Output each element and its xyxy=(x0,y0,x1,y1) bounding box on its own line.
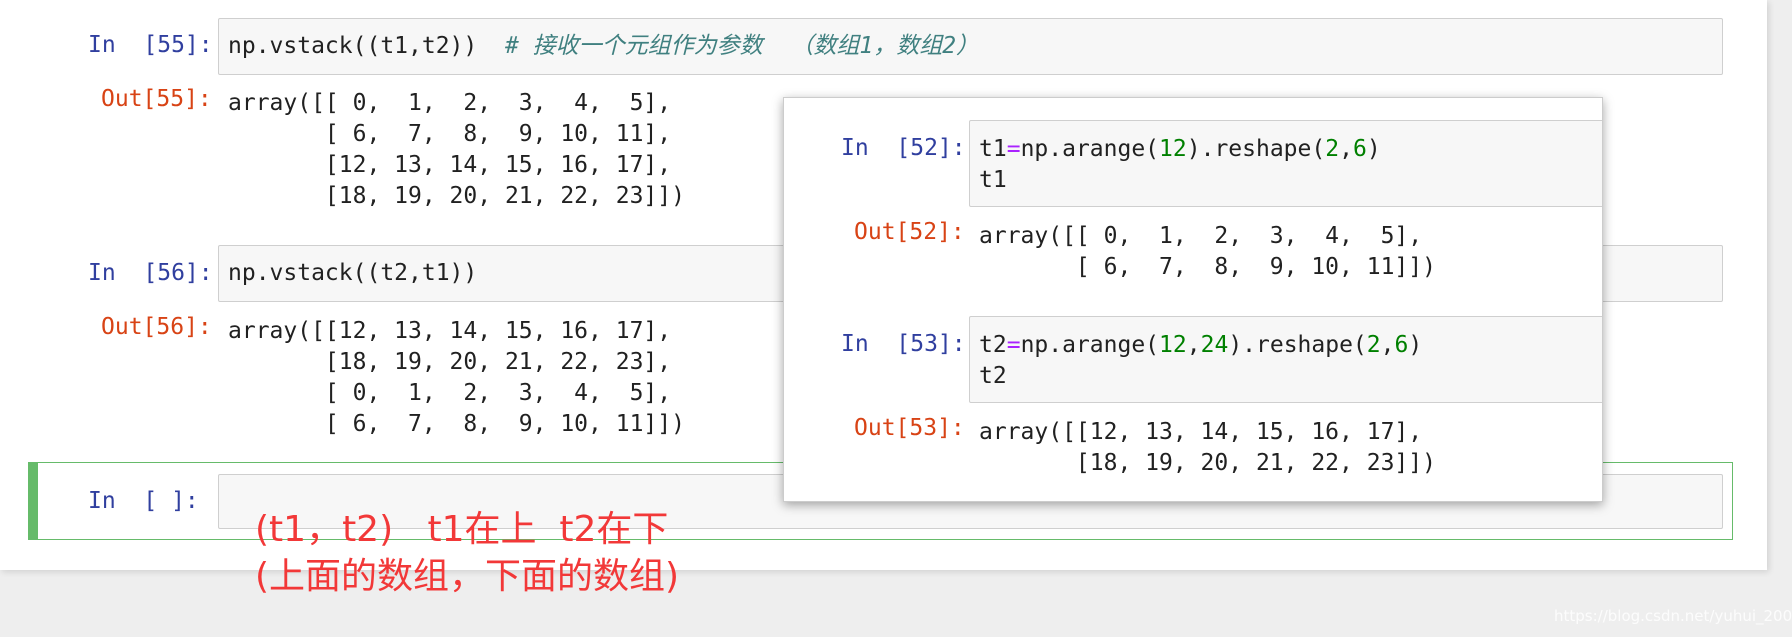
code-token: t2 xyxy=(979,332,1007,358)
output-line: [18, 19, 20, 21, 22, 23]]) xyxy=(228,183,685,209)
cell-53-code: t2=np.arange(12,24).reshape(2,6) t2 xyxy=(979,330,1422,392)
code-token: 12 xyxy=(1159,136,1187,162)
cell-53-in-prompt: In [53]: xyxy=(841,331,966,357)
output-line: array([[12, 13, 14, 15, 16, 17], xyxy=(228,318,672,344)
cell-52-code-line-1: t1=np.arange(12).reshape(2,6) xyxy=(979,134,1381,165)
cell-53-input[interactable]: t2=np.arange(12,24).reshape(2,6) t2 xyxy=(969,316,1602,403)
code-token: = xyxy=(1006,332,1021,358)
code-token: ) xyxy=(1408,332,1423,358)
annotation-line-2: (上面的数组，下面的数组) xyxy=(255,556,680,597)
inset-screenshot: In [52]: t1=np.arange(12).reshape(2,6) t1… xyxy=(783,97,1603,502)
cell-52-out-prompt: Out[52]: xyxy=(854,219,965,245)
cell-53-code-line-1: t2=np.arange(12,24).reshape(2,6) xyxy=(979,330,1422,361)
cell-55-output: array([[ 0, 1, 2, 3, 4, 5], [ 6, 7, 8, 9… xyxy=(228,88,685,212)
code-token: , xyxy=(1339,136,1353,162)
cell-53-code-line-2: t2 xyxy=(979,363,1007,389)
output-line: [18, 19, 20, 21, 22, 23]]) xyxy=(979,450,1436,476)
annotation-line-1: (t1，t2) t1在上 t2在下 xyxy=(255,509,669,550)
cell-56-code-call: np.vstack((t2,t1)) xyxy=(228,260,478,286)
cell-52-input[interactable]: t1=np.arange(12).reshape(2,6) t1 xyxy=(969,120,1602,207)
code-token: 12 xyxy=(1159,332,1187,358)
code-token: , xyxy=(1380,332,1395,358)
code-token: ).reshape( xyxy=(1228,332,1367,358)
code-token: = xyxy=(1006,136,1021,162)
code-token: 6 xyxy=(1394,332,1409,358)
cell-56-code: np.vstack((t2,t1)) xyxy=(228,258,477,289)
output-line: array([[ 0, 1, 2, 3, 4, 5], xyxy=(228,90,672,116)
cell-56-in-prompt: In [56]: xyxy=(88,260,213,286)
code-token: 2 xyxy=(1366,332,1381,358)
code-token: ) xyxy=(1366,136,1381,162)
cell-55-out-prompt: Out[55]: xyxy=(101,86,212,112)
output-line: [18, 19, 20, 21, 22, 23], xyxy=(228,349,672,375)
code-token: 24 xyxy=(1200,332,1229,358)
cell-52-output: array([[ 0, 1, 2, 3, 4, 5], [ 6, 7, 8, 9… xyxy=(979,221,1436,283)
cell-55-in-prompt: In [55]: xyxy=(88,32,213,58)
code-token: , xyxy=(1186,332,1201,358)
code-token: np.arange( xyxy=(1020,136,1160,162)
cell-52-in-prompt: In [52]: xyxy=(841,135,966,161)
output-line: array([[ 0, 1, 2, 3, 4, 5], xyxy=(979,223,1423,249)
output-line: [ 0, 1, 2, 3, 4, 5], xyxy=(228,380,672,406)
code-token: 6 xyxy=(1352,136,1367,162)
watermark: https://blog.csdn.net/yuhui_2000 xyxy=(1554,607,1792,625)
cell-55-input[interactable]: np.vstack((t1,t2)) # 接收一个元组作为参数 （数组1，数组2… xyxy=(218,18,1723,75)
output-line: [ 6, 7, 8, 9, 10, 11], xyxy=(228,121,672,147)
cell-55-code-call: np.vstack((t1,t2)) xyxy=(228,33,478,59)
code-token: t1 xyxy=(979,136,1007,162)
cell-56-out-prompt: Out[56]: xyxy=(101,314,212,340)
cell-53-output: array([[12, 13, 14, 15, 16, 17], [18, 19… xyxy=(979,417,1436,479)
cell-56-output: array([[12, 13, 14, 15, 16, 17], [18, 19… xyxy=(228,316,685,440)
output-line: array([[12, 13, 14, 15, 16, 17], xyxy=(979,419,1423,445)
output-line: [ 6, 7, 8, 9, 10, 11]]) xyxy=(979,254,1436,280)
cell-52-code: t1=np.arange(12).reshape(2,6) t1 xyxy=(979,134,1381,196)
code-token: np.arange( xyxy=(1020,332,1160,358)
selected-cell-indicator xyxy=(28,462,38,540)
empty-cell-in-prompt: In [ ]: xyxy=(88,488,199,514)
cell-53-out-prompt: Out[53]: xyxy=(854,415,965,441)
cell-52-code-line-2: t1 xyxy=(979,167,1007,193)
cell-55-code: np.vstack((t1,t2)) # 接收一个元组作为参数 （数组1，数组2… xyxy=(228,31,979,62)
output-line: [ 6, 7, 8, 9, 10, 11]]) xyxy=(228,411,685,437)
output-line: [12, 13, 14, 15, 16, 17], xyxy=(228,152,672,178)
cell-55-code-comment: # 接收一个元组作为参数 （数组1，数组2） xyxy=(504,33,980,59)
code-token: 2 xyxy=(1325,136,1340,162)
code-token: ).reshape( xyxy=(1186,136,1326,162)
